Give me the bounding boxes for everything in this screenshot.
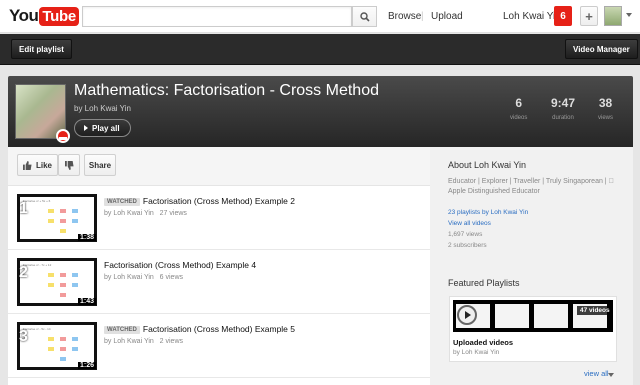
flag-icon: [56, 129, 70, 143]
video-thumbnail[interactable]: Factorise x² - 5x - 14 3 1:26: [17, 322, 97, 370]
video-duration: 1:38: [77, 234, 96, 241]
video-thumbnail[interactable]: Factorise x² + 5x + 6 1 1:38: [17, 194, 97, 242]
like-button[interactable]: Like: [17, 154, 58, 176]
edit-playlist-button[interactable]: Edit playlist: [11, 39, 72, 59]
notification-badge[interactable]: 6: [554, 6, 572, 26]
channel-views: 1,697 views: [448, 231, 483, 238]
video-row-1[interactable]: Factorise x² + 5x + 6 1 1:38 WATCHED Fact…: [8, 186, 430, 250]
watched-badge: WATCHED: [104, 326, 140, 334]
playlist-toolbar: Edit playlist Video Manager: [0, 34, 640, 65]
featured-playlist-author: by Loh Kwai Yin: [453, 349, 500, 356]
video-index: 2: [19, 264, 28, 281]
stat-views-label: views: [598, 115, 614, 121]
playlist-byline[interactable]: by Loh Kwai Yin: [74, 104, 131, 113]
video-meta: by Loh Kwai Yin 27 views: [104, 210, 187, 217]
channel-avatar[interactable]: [15, 84, 70, 143]
video-views: 2 views: [159, 338, 183, 345]
video-author[interactable]: by Loh Kwai Yin: [104, 338, 154, 345]
video-author[interactable]: by Loh Kwai Yin: [104, 274, 154, 281]
video-title-line[interactable]: WATCHED Factorisation (Cross Method) Exam…: [104, 324, 295, 334]
video-duration: 1:26: [77, 362, 96, 369]
video-duration: 1:43: [77, 298, 96, 305]
view-all-link[interactable]: view all: [584, 369, 609, 378]
video-thumbnail[interactable]: Factorise x² - 7x + 12 2 1:43: [17, 258, 97, 306]
username-link[interactable]: Loh Kwai Yin: [503, 11, 561, 22]
logo-tube-text: Tube: [39, 6, 79, 26]
search-icon: [359, 11, 370, 22]
channel-subscribers: 2 subscribers: [448, 242, 487, 249]
featured-playlists-title: Featured Playlists: [448, 278, 520, 288]
like-label: Like: [36, 160, 53, 170]
thumbnail-slide: Factorise x² - 7x + 12: [20, 261, 94, 303]
play-icon: [84, 125, 88, 131]
video-title: Factorisation (Cross Method) Example 2: [142, 196, 296, 206]
stat-duration: 9:47 duration: [551, 96, 575, 122]
share-button[interactable]: Share: [84, 154, 116, 176]
video-title: Factorisation (Cross Method) Example 5: [142, 324, 296, 334]
video-meta: by Loh Kwai Yin 2 views: [104, 338, 183, 345]
chevron-down-icon[interactable]: [608, 373, 614, 377]
search-input[interactable]: [82, 6, 352, 27]
dislike-button[interactable]: [58, 154, 80, 176]
video-author[interactable]: by Loh Kwai Yin: [104, 210, 154, 217]
video-row-3[interactable]: Factorise x² - 5x - 14 3 1:26 WATCHED Fac…: [8, 314, 430, 378]
video-views: 27 views: [159, 210, 187, 217]
featured-thumbnail-strip[interactable]: 47 videos: [453, 300, 613, 332]
youtube-logo[interactable]: You Tube: [9, 5, 79, 27]
sidebar: About Loh Kwai Yin Educator | Explorer |…: [430, 147, 633, 385]
stat-videos-label: videos: [510, 115, 528, 121]
action-bar: Like Share: [8, 147, 430, 186]
video-index: 3: [19, 328, 28, 345]
thumbs-down-icon: [64, 160, 74, 170]
stat-duration-label: duration: [552, 115, 574, 121]
stat-videos-value: 6: [515, 96, 523, 110]
play-icon[interactable]: [457, 305, 477, 325]
mini-thumbnail: [534, 304, 568, 328]
stat-views: 38 views: [598, 96, 613, 122]
featured-playlist-name[interactable]: Uploaded videos: [453, 338, 513, 347]
stat-views-value: 38: [598, 96, 613, 110]
view-all-videos-link[interactable]: View all videos: [448, 220, 491, 227]
top-bar: You Tube Browse | Upload Loh Kwai Yin 6 …: [0, 0, 640, 33]
thumbnail-slide: Factorise x² + 5x + 6: [20, 197, 94, 239]
video-row-2[interactable]: Factorise x² - 7x + 12 2 1:43 Factorisat…: [8, 250, 430, 314]
search-button[interactable]: [352, 6, 377, 27]
add-button[interactable]: +: [580, 6, 598, 26]
playlist-header: Mathematics: Factorisation - Cross Metho…: [8, 76, 633, 147]
chevron-down-icon[interactable]: [626, 13, 632, 17]
play-all-label: Play all: [92, 123, 120, 133]
playlist-title: Mathematics: Factorisation - Cross Metho…: [74, 82, 379, 99]
thumbs-up-icon: [23, 160, 32, 170]
logo-you-text: You: [9, 6, 39, 25]
about-title: About Loh Kwai Yin: [448, 160, 527, 170]
playlist-content: Like Share Factorise x² + 5x + 6 1 1:38 …: [8, 147, 430, 385]
video-meta: by Loh Kwai Yin 6 views: [104, 274, 183, 281]
featured-playlist-card[interactable]: 47 videos Uploaded videos by Loh Kwai Yi…: [449, 296, 617, 362]
video-title: Factorisation (Cross Method) Example 4: [104, 260, 257, 270]
nav-separator: |: [421, 11, 424, 22]
user-avatar[interactable]: [604, 6, 622, 26]
video-title-line[interactable]: WATCHED Factorisation (Cross Method) Exam…: [104, 196, 295, 206]
video-manager-button[interactable]: Video Manager: [565, 39, 638, 59]
video-title-line[interactable]: Factorisation (Cross Method) Example 4: [104, 260, 256, 270]
video-views: 6 views: [159, 274, 183, 281]
mini-thumbnail: [495, 304, 529, 328]
stat-duration-value: 9:47: [551, 96, 576, 110]
play-all-button[interactable]: Play all: [74, 119, 131, 137]
watched-badge: WATCHED: [104, 198, 140, 206]
video-index: 1: [19, 200, 28, 217]
playlists-link[interactable]: 23 playlists by Loh Kwai Yin: [448, 209, 528, 216]
video-count-badge: 47 videos: [577, 306, 613, 315]
upload-link[interactable]: Upload: [431, 11, 463, 22]
stat-videos: 6 videos: [510, 96, 527, 122]
about-description: Educator | Explorer | Traveller | Truly …: [448, 178, 627, 195]
thumbnail-slide: Factorise x² - 5x - 14: [20, 325, 94, 367]
browse-link[interactable]: Browse: [388, 11, 421, 22]
